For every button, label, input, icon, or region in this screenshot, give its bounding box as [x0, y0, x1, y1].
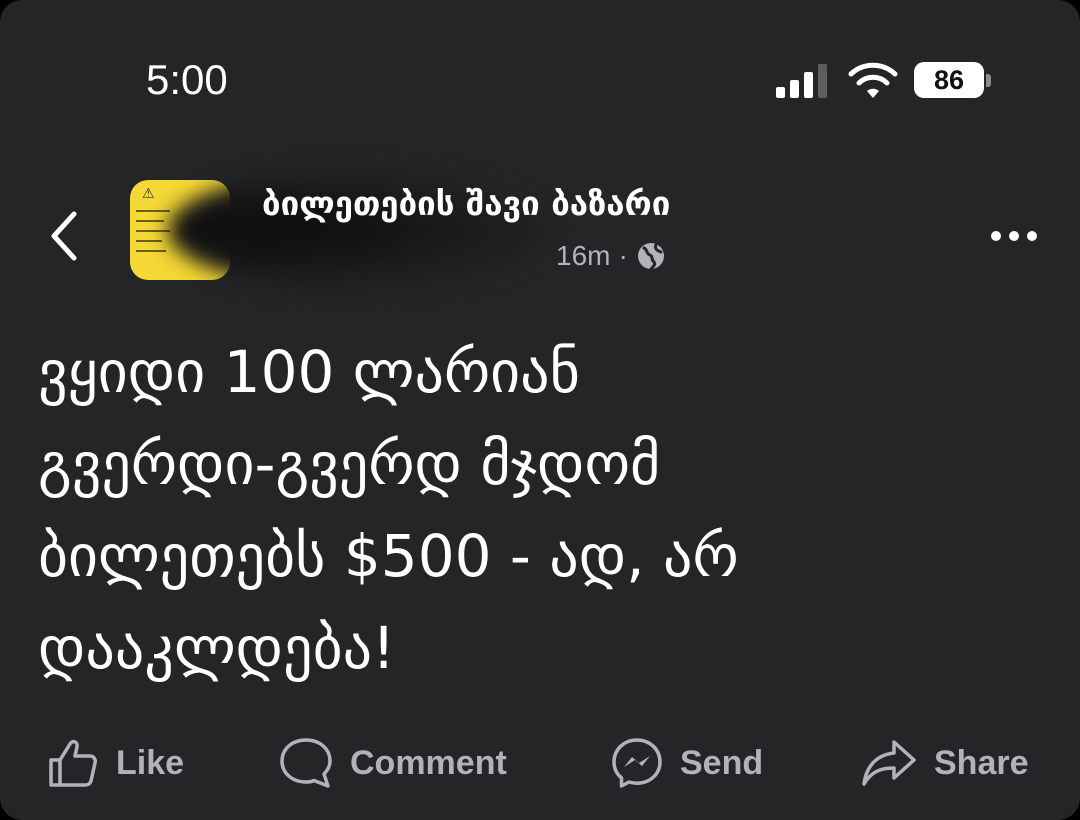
battery-level: 86	[914, 62, 984, 98]
comment-bubble-icon	[280, 738, 332, 788]
share-arrow-icon	[862, 740, 916, 786]
comment-button[interactable]: Comment	[278, 728, 507, 798]
messenger-icon	[612, 738, 662, 788]
share-label: Share	[934, 743, 1029, 782]
thumbs-up-icon	[49, 739, 97, 787]
cellular-signal-icon	[776, 64, 830, 98]
meta-separator: ·	[618, 240, 628, 271]
globe-icon	[637, 243, 664, 271]
like-button[interactable]: Like	[46, 728, 184, 798]
comment-label: Comment	[350, 743, 507, 782]
warning-icon: ⚠	[142, 186, 155, 202]
wifi-icon	[848, 62, 898, 98]
share-button[interactable]: Share	[860, 728, 1029, 798]
status-time: 5:00	[146, 56, 228, 103]
more-options-icon[interactable]	[984, 222, 1044, 250]
post-meta: 16m ·	[556, 240, 666, 272]
group-name[interactable]: ბილეთების შავი ბაზარი	[262, 184, 670, 223]
send-label: Send	[680, 743, 764, 782]
send-button[interactable]: Send	[610, 728, 763, 798]
post-timestamp[interactable]: 16m	[556, 240, 610, 272]
back-chevron-icon[interactable]	[40, 206, 90, 266]
like-label: Like	[116, 743, 185, 782]
post-text: ვყიდი 100 ლარიან გვერდი-გვერდ მჯდომ ბილე…	[38, 338, 739, 682]
post-action-bar: Like Comment Send Share	[0, 728, 1080, 798]
battery-tip	[986, 74, 991, 87]
post-screen: 5:00 86 ⚠ ბილეთების შავი ბაზარი 16m · ვყ…	[0, 0, 1080, 820]
